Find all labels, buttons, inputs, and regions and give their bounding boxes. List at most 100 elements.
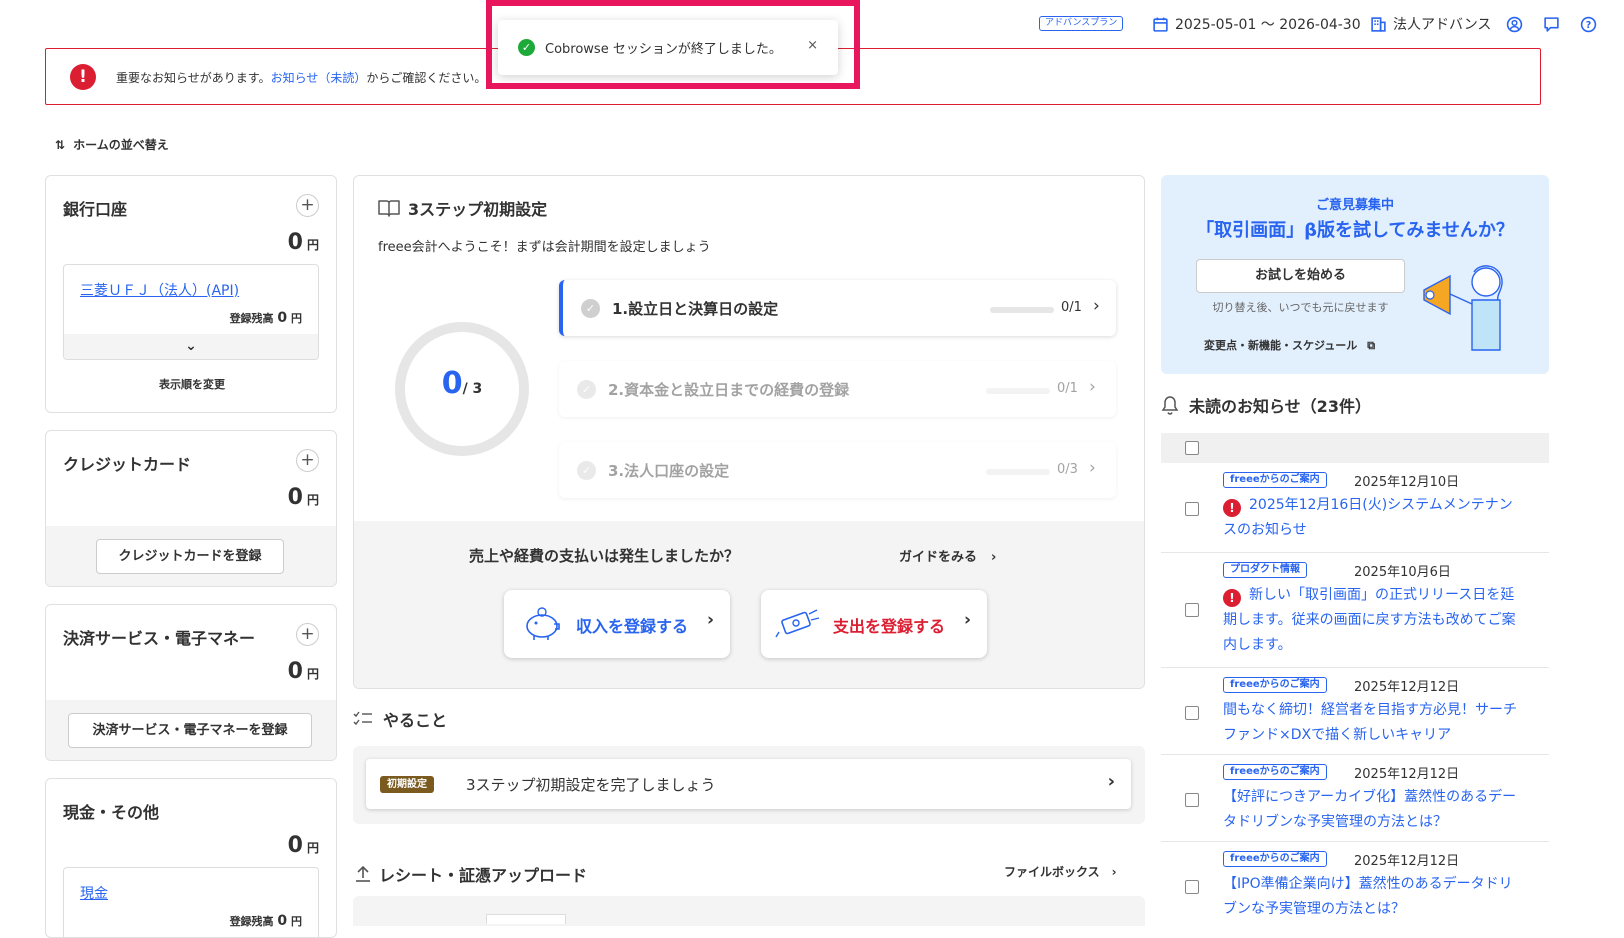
try-beta-button[interactable]: お試しを始める: [1196, 259, 1405, 293]
add-payment-service-button[interactable]: +: [296, 623, 319, 646]
chevron-right-icon: ›: [706, 610, 714, 630]
notice-title: 2025年12月16日(火)システムメンテナンスのお知らせ: [1223, 497, 1513, 538]
progress-count: 0/ 3: [392, 366, 532, 401]
upload-icon: [356, 865, 370, 882]
notice-date: 2025年12月12日: [1354, 767, 1460, 782]
notice-date: 2025年10月6日: [1354, 565, 1451, 580]
cash-card: 現金・その他 0円 現金 登録残高 0 円: [45, 778, 337, 938]
chat-icon[interactable]: [1543, 16, 1560, 33]
chevron-right-icon: ›: [1093, 296, 1100, 316]
bank-account-link[interactable]: 三菱ＵＦＪ（法人）(API): [80, 280, 239, 300]
credit-total: 0円: [288, 485, 319, 510]
alert-text: 重要なお知らせがあります。お知らせ（未読）からご確認ください。: [116, 69, 486, 86]
changes-link-label: 変更点・新機能・スケジュール: [1204, 339, 1358, 352]
register-credit-card-button[interactable]: クレジットカードを登録: [96, 539, 284, 574]
notice-checkbox[interactable]: [1185, 706, 1199, 720]
company-switcher[interactable]: 法人アドバンス: [1370, 14, 1491, 34]
progress-total: / 3: [462, 381, 483, 397]
promo-headline: 「取引画面」β版を試してみませんか？: [1196, 220, 1514, 241]
filebox-label: ファイルボックス: [1004, 865, 1100, 879]
notice-item: freeeからのご案内 2025年12月12日 【好評につきアーカイブ化】蓋然性…: [1161, 755, 1549, 842]
bank-card-title: 銀行口座: [63, 200, 128, 219]
add-bank-button[interactable]: +: [296, 194, 319, 217]
checklist-icon: [353, 711, 372, 726]
step-check-icon: ✓: [577, 461, 596, 480]
payment-service-card: 決済サービス・電子マネー + 0円 決済サービス・電子マネーを登録: [45, 604, 337, 761]
svg-text:?: ?: [1586, 20, 1592, 31]
bell-icon: [1161, 396, 1179, 415]
chevron-right-icon: ›: [1089, 458, 1096, 478]
notice-checkbox[interactable]: [1185, 603, 1199, 617]
alert-prefix: 重要なお知らせがあります。: [116, 71, 271, 85]
home-sort-button[interactable]: ⇅ ホームの並べ替え: [55, 136, 169, 153]
notice-tag: freeeからのご案内: [1223, 677, 1327, 693]
upload-dropzone[interactable]: [353, 896, 1145, 926]
reorder-link[interactable]: 表示順を変更: [46, 376, 336, 392]
notice-checkbox[interactable]: [1185, 793, 1199, 807]
step-label: 2.資本金と設立日までの経費の登録: [608, 381, 850, 399]
notice-checkbox[interactable]: [1185, 880, 1199, 894]
select-all-checkbox[interactable]: [1185, 441, 1199, 455]
filebox-link[interactable]: ファイルボックス ›: [1004, 863, 1117, 880]
help-icon[interactable]: ?: [1580, 16, 1597, 33]
cash-total-unit: 円: [306, 841, 319, 855]
beta-promo-card: ご意見募集中 「取引画面」β版を試してみませんか？ お試しを始める 切り替え後、…: [1161, 175, 1549, 374]
upload-title-row: レシート・証憑アップロード: [355, 862, 587, 886]
promo-note: 切り替え後、いつでも元に戻せます: [1212, 301, 1389, 314]
notice-title: 新しい「取引画面」の正式リリース日を延期します。従来の画面に戻す方法も改めてご案…: [1223, 587, 1516, 653]
fiscal-period-text: 2025-05-01 〜 2026-04-30: [1175, 17, 1361, 33]
cash-total: 0円: [288, 833, 319, 858]
step-progress-bar: [990, 307, 1054, 313]
step-label: 3.法人口座の設定: [608, 462, 730, 480]
notice-date: 2025年12月10日: [1354, 475, 1460, 490]
bank-account-item: 三菱ＵＦＪ（法人）(API) 登録残高 0 円 ⌄: [63, 264, 319, 360]
notice-link[interactable]: ! 2025年12月16日(火)システムメンテナンスのお知らせ: [1223, 493, 1523, 543]
alert-icon: !: [70, 64, 96, 90]
notice-link[interactable]: 【IPO準備企業向け】蓋然性のあるデータドリブンな予実管理の方法とは？: [1223, 872, 1523, 922]
notice-checkbox[interactable]: [1185, 502, 1199, 516]
upload-title: レシート・証憑アップロード: [379, 866, 588, 885]
unread-notices-link[interactable]: お知らせ（未読）: [271, 71, 367, 85]
step-check-icon: ✓: [577, 380, 596, 399]
register-expense-button[interactable]: 支出を登録する ›: [761, 590, 987, 658]
setup-step-2[interactable]: ✓ 2.資本金と設立日までの経費の登録 0/1 ›: [559, 361, 1116, 417]
setup-step-1[interactable]: ✓ 1.設立日と決算日の設定 0/1 ›: [559, 280, 1116, 336]
notice-tag: プロダクト情報: [1223, 562, 1307, 578]
bank-account-card: 銀行口座 + 0円 三菱ＵＦＪ（法人）(API) 登録残高 0 円 ⌄ 表示順を…: [45, 175, 337, 413]
cash-account-item: 現金 登録残高 0 円: [63, 867, 319, 937]
todo-item[interactable]: 初期設定 3ステップ初期設定を完了しましょう ›: [366, 759, 1131, 809]
notice-item: freeeからのご案内 2025年12月12日 【IPO準備企業向け】蓋然性のあ…: [1161, 842, 1549, 920]
credit-card-card: クレジットカード + 0円 クレジットカードを登録: [45, 430, 337, 587]
fiscal-period[interactable]: 2025-05-01 〜 2026-04-30: [1152, 14, 1361, 34]
register-income-button[interactable]: 収入を登録する ›: [504, 590, 730, 658]
payment-total: 0円: [288, 659, 319, 684]
notice-tag: freeeからのご案内: [1223, 472, 1327, 488]
chevron-right-icon: ›: [1111, 865, 1117, 879]
step-label: 1.設立日と決算日の設定: [612, 300, 779, 318]
changes-link[interactable]: 変更点・新機能・スケジュール ⧉: [1204, 337, 1375, 353]
cash-card-title: 現金・その他: [63, 803, 160, 822]
expense-button-label: 支出を登録する: [833, 617, 946, 636]
notice-link[interactable]: 【好評につきアーカイブ化】蓋然性のあるデータドリブンな予実管理の方法とは？: [1223, 785, 1523, 835]
book-icon: [378, 200, 400, 217]
notices-title-row: 未読のお知らせ（23件）: [1161, 393, 1371, 417]
step-progress-bar: [986, 388, 1050, 394]
notice-tag: freeeからのご案内: [1223, 764, 1327, 780]
bank-total-unit: 円: [306, 238, 319, 252]
user-icon[interactable]: [1506, 16, 1523, 33]
step-check-icon: ✓: [581, 299, 600, 318]
cash-account-link[interactable]: 現金: [80, 883, 108, 903]
guide-link[interactable]: ガイドをみる ›: [899, 546, 996, 565]
setup-welcome: freee会計へようこそ！まずは会計期間を設定しましょう: [378, 240, 711, 255]
cash-balance-label: 登録残高: [229, 915, 274, 928]
calendar-icon: [1153, 17, 1168, 32]
add-credit-card-button[interactable]: +: [296, 449, 319, 472]
notice-link[interactable]: 間もなく締切！経営者を目指す方必見！サーチファンド×DXで描く新しいキャリア: [1223, 698, 1523, 748]
register-payment-service-button[interactable]: 決済サービス・電子マネーを登録: [68, 713, 312, 748]
expand-chevron-icon[interactable]: ⌄: [64, 334, 318, 359]
cash-total-amount: 0: [287, 833, 303, 858]
notice-date: 2025年12月12日: [1354, 854, 1460, 869]
notice-link[interactable]: ! 新しい「取引画面」の正式リリース日を延期します。従来の画面に戻す方法も改めてご…: [1223, 583, 1523, 658]
setup-step-3[interactable]: ✓ 3.法人口座の設定 0/3 ›: [559, 442, 1116, 498]
piggy-bank-icon: [526, 607, 560, 640]
